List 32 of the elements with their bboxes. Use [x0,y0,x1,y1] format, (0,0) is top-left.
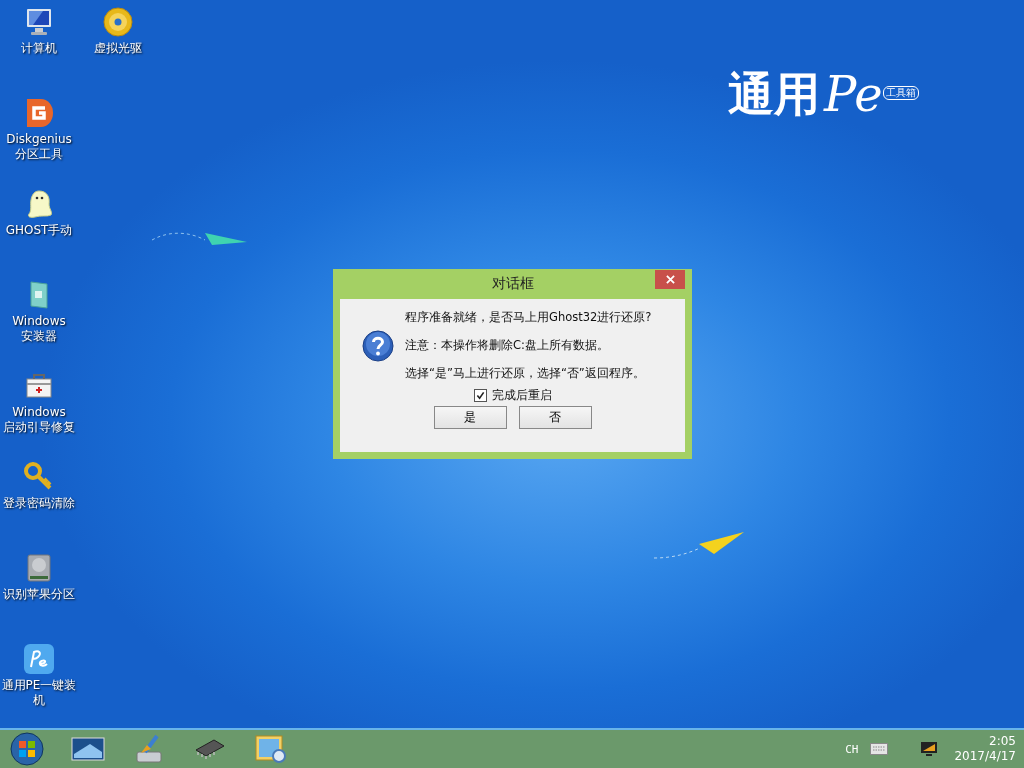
desktop-icon-label[interactable]: 计算机 [21,41,57,56]
desktop-icon-label[interactable]: 虚拟光驱 [94,41,142,56]
disc-icon[interactable] [102,6,134,38]
pe-icon[interactable] [23,643,55,675]
dialog-title: 对话框 [491,275,534,293]
monitor-icon[interactable] [920,741,939,757]
keyboard-icon[interactable] [870,743,889,755]
desktop-icon-label[interactable]: GHOST手动 [5,223,73,238]
dialog-button[interactable]: 否 [518,406,592,429]
checkbox[interactable] [473,389,487,402]
checkbox-label[interactable]: 完成后重启 [491,388,552,403]
question-icon [362,329,394,362]
close-button[interactable] [655,270,685,289]
close-icon [665,275,675,284]
language-indicator[interactable]: CH [845,742,859,756]
dialog-button[interactable]: 是 [433,406,507,429]
desktop-icon-label[interactable]: Windows 安装器 [12,314,66,344]
dialog-message: 程序准备就绪，是否马上用Ghost32进行还原? [405,309,652,326]
desktop-icon-label[interactable]: Windows 启动引导修复 [3,405,75,435]
clock-date[interactable]: 2017/4/17 [954,749,1016,764]
dialog-message: 注意：本操作将删除C:盘上所有数据。 [405,337,610,354]
logo-text: 通用 [728,66,820,122]
picture-icon[interactable] [253,732,289,766]
desktop-icon-label[interactable]: 识别苹果分区 [3,587,75,602]
desktop-icon-label[interactable]: 登录密码清除 [3,496,75,511]
clock-time[interactable]: 2:05 [989,734,1016,749]
logo-badge: 工具箱 [882,86,919,100]
desktop-icon-label[interactable]: 通用PE一键装 机 [1,678,77,708]
start-button-icon[interactable] [9,732,45,766]
logo-text: Pe [824,66,883,122]
dialog-message: 选择“是”马上进行还原，选择“否”返回程序。 [405,365,646,382]
desktop-icon-label[interactable]: Diskgenius 分区工具 [6,132,72,162]
